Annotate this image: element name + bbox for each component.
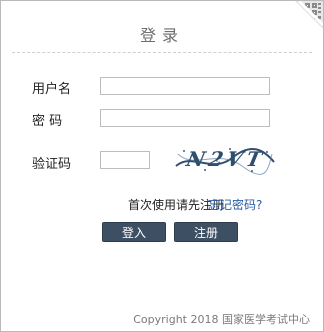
captcha-label: 验证码 [32, 157, 72, 172]
register-button[interactable]: 注册 [174, 222, 238, 242]
login-title: 登录 [139, 26, 184, 45]
forgot-password-link[interactable]: 忘记密码? [208, 196, 262, 213]
captcha-image-text: N2VT [183, 147, 268, 171]
copyright-footer: Copyright 2018 国家医学考试中心 [133, 313, 310, 326]
captcha-image[interactable]: N2VT [172, 144, 276, 176]
login-button[interactable]: 登入 [102, 222, 166, 242]
title-divider [12, 52, 312, 53]
username-label: 用户名 [32, 82, 72, 97]
username-input[interactable] [100, 77, 270, 95]
qr-code-corner-icon[interactable] [295, 1, 323, 29]
captcha-input[interactable] [100, 151, 150, 169]
password-input[interactable] [100, 109, 270, 127]
password-label: 密 码 [32, 114, 63, 129]
